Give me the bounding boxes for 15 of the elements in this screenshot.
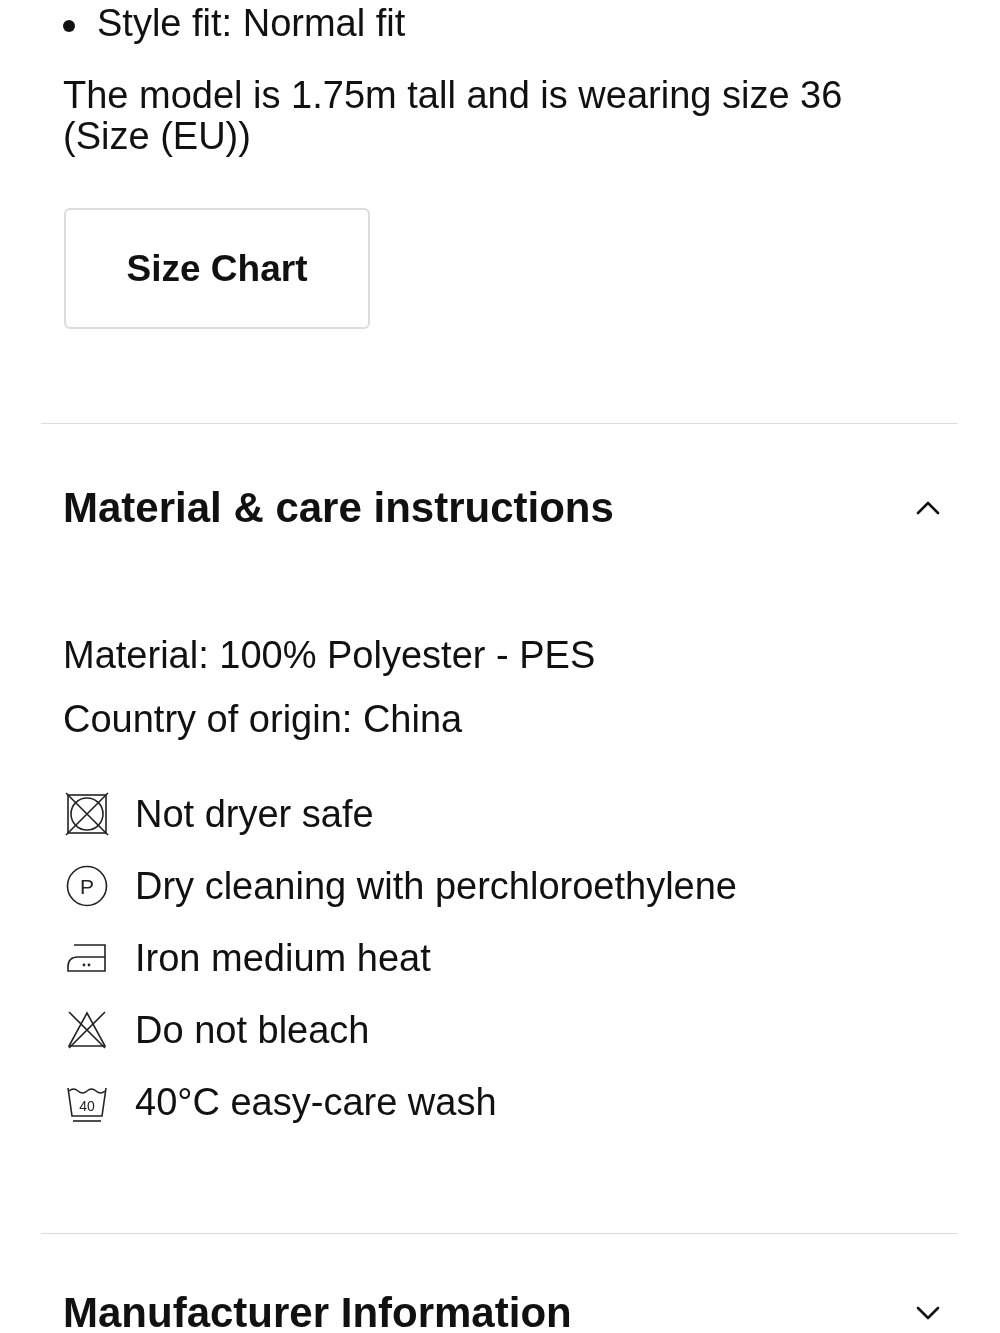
accordion-header[interactable]: Manufacturer Information — [41, 1294, 958, 1332]
bullet-icon — [63, 20, 75, 32]
care-instruction-text: Iron medium heat — [135, 936, 431, 981]
detail-text: Country of origin: China — [63, 697, 464, 742]
dry-clean-icon: P — [65, 864, 109, 908]
care-instruction-text: Do not bleach — [135, 1008, 370, 1053]
no-tumble-dry-icon — [65, 792, 109, 836]
care-instruction-text: Not dryer safe — [135, 792, 374, 837]
care-instruction-text: Dry cleaning with perchloroethylene — [135, 864, 737, 909]
accordion-header[interactable]: Material & care instructions — [41, 489, 958, 527]
model-size-text: The model is 1.75m tall and is wearing size 36 (Size (EU)) — [63, 74, 844, 157]
care-instruction-text: 40°C easy-care wash — [135, 1080, 497, 1125]
size-chart-button[interactable]: Size Chart — [64, 208, 370, 329]
detail-text: Material: 100% Polyester - PES — [63, 633, 597, 678]
style-fit-text: Style fit: Normal fit — [97, 1, 406, 46]
